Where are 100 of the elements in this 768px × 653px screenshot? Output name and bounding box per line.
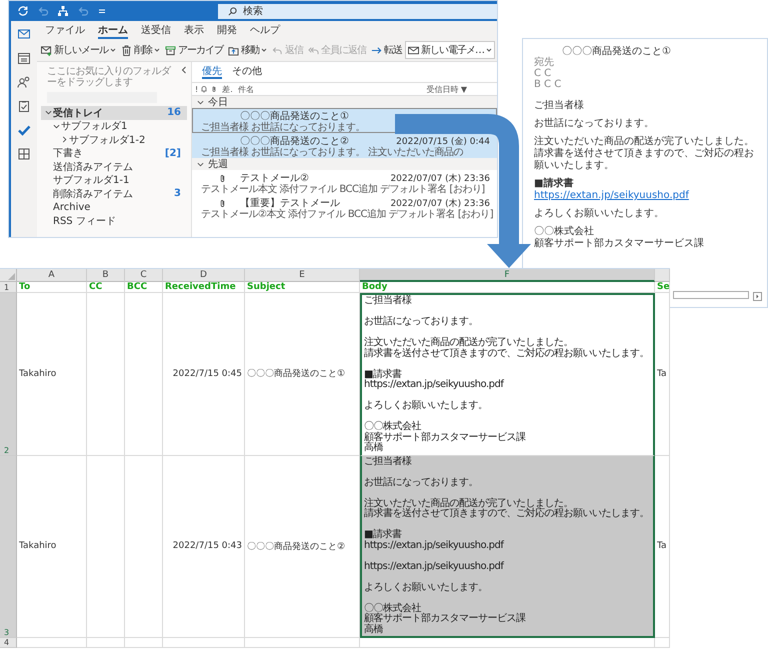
quick-steps-dropdown[interactable]: 新しい電子メ… <box>405 41 495 59</box>
header-cell: BCC <box>125 282 163 293</box>
item-count: 16 <box>167 107 181 118</box>
toolbar-button[interactable]: 新しいメール <box>39 41 118 59</box>
folder-item[interactable]: サブフォルダ1-2 <box>41 133 187 146</box>
ribbon-tab[interactable]: ヘルプ <box>250 24 280 39</box>
reply-all-icon <box>308 44 319 56</box>
folder-item[interactable]: 送信済みアイテム <box>41 160 187 174</box>
message-subject: テストメール② <box>240 172 309 184</box>
bcc-label: B C C <box>534 79 562 90</box>
from-column-header[interactable]: 差. <box>222 84 233 94</box>
message-item[interactable]: テストメール② 2022/07/07 (木) 23:36 テストメール本文 添付ファイル BCC追加 デフォルト署名 [おわり] <box>192 170 497 195</box>
subject-column-header[interactable]: 件名 <box>238 84 254 94</box>
table-cell: Takahiro <box>17 293 87 456</box>
favorites-hint: ここにお気に入りのフォルダーをドラッグします <box>47 66 172 88</box>
calendar-icon[interactable] <box>17 51 31 65</box>
column-header[interactable]: F <box>360 269 655 282</box>
chevron-right-icon[interactable] <box>61 136 68 144</box>
chevron-down-icon[interactable] <box>197 160 204 168</box>
folder-item[interactable]: 下書き [2] <box>41 146 187 160</box>
cell-text: 請求書を送付させて頂きますので、ご対応の程お願いいたします。 <box>364 348 650 359</box>
invoice-link[interactable]: https://extan.jp/seikyuusho.pdf <box>534 190 689 201</box>
message-preview: ご担当者様 お世話になっております。 <box>201 122 366 133</box>
folder-item[interactable]: サブフォルダ1 <box>41 120 187 133</box>
reply-icon <box>272 44 283 56</box>
received-column-header[interactable]: 受信日時 ▼ <box>426 84 467 94</box>
mail-icon[interactable] <box>17 27 31 41</box>
column-header[interactable]: E <box>245 269 360 282</box>
message-item[interactable]: 【重要】テストメール 2022/07/07 (木) 23:36 テストメール②本文 添付ファイル BCC追加 デフォルト署名 [おわり] <box>192 195 497 220</box>
inbox-tab[interactable]: その他 <box>232 66 262 79</box>
column-header[interactable]: D <box>163 269 245 282</box>
folder-item[interactable]: Archive <box>41 200 187 214</box>
cell-text: ご担当者様 <box>364 456 412 467</box>
header-cell: Subject <box>245 282 360 293</box>
row-number[interactable]: 4 <box>0 638 17 648</box>
cell-text: 高橋 <box>364 443 384 454</box>
row-number[interactable]: 1 <box>0 282 17 293</box>
body-text: ご担当者様 <box>534 100 585 112</box>
body-text: お世話になっております。 <box>534 118 655 130</box>
header-cell: ReceivedTime <box>163 282 245 293</box>
toolbar-button[interactable]: 転送 <box>369 41 404 59</box>
cell-text: ご担当者様 <box>364 296 412 306</box>
toolbar-button[interactable]: 削除 <box>119 41 162 59</box>
ribbon-tab[interactable]: 表示 <box>184 24 204 39</box>
search-icon <box>228 6 237 16</box>
ribbon-tab[interactable]: 開発 <box>217 24 237 39</box>
org-chart-icon[interactable] <box>57 5 69 17</box>
message-item[interactable]: 〇〇〇商品発送のこと② 2022/07/15 (金) 0:44 ご担当者様 お世話になっております。 注文いただいた商品の <box>192 133 497 158</box>
header-cell: CC <box>87 282 125 293</box>
collapse-icon[interactable] <box>181 66 187 74</box>
toolbar-button[interactable]: アーカイブ <box>163 41 225 59</box>
row-number[interactable]: 2 <box>0 293 17 456</box>
people-icon[interactable] <box>17 75 31 89</box>
chevron-down-icon[interactable] <box>53 122 60 130</box>
table-cell: Ta <box>655 456 670 638</box>
cell-text: 注文いただいた商品の配送が完了いたしました。 <box>364 338 574 348</box>
bell-icon[interactable] <box>200 85 208 93</box>
cell-text: 〇〇株式会社 <box>364 422 422 432</box>
column-header[interactable]: B <box>87 269 125 282</box>
body-text: よろしくお願いいたします。 <box>534 208 665 220</box>
importance-column-header[interactable]: ! <box>195 84 198 94</box>
cell-text: 注文いただいた商品の配送が完了いたしました。 <box>364 498 573 508</box>
folder-item[interactable]: 受信トレイ 16 <box>41 106 187 120</box>
row-number[interactable]: 3 <box>0 456 17 638</box>
header-cell: Se <box>655 282 670 293</box>
message-date: 2022/07/07 (木) 23:36 <box>390 198 490 208</box>
cell-text: ■請求書 <box>364 530 402 540</box>
table-cell: 〇〇〇商品発送のこと① <box>245 293 360 456</box>
ribbon-tab[interactable]: ファイル <box>45 24 85 39</box>
paperclip-icon[interactable] <box>210 85 218 93</box>
table-cell: 2022/7/15 0:43 <box>163 456 245 638</box>
message-date: 2022/07/15 (金) 0:44 <box>396 136 490 146</box>
toolbar-button[interactable]: 移動 <box>226 41 269 59</box>
apps-icon[interactable] <box>17 147 31 161</box>
inbox-tab[interactable]: 優先 <box>202 66 222 79</box>
cell-text: よろしくお願いいたします。 <box>364 401 488 412</box>
table-cell: 2022/7/15 0:45 <box>163 293 245 456</box>
trash-icon <box>121 44 132 56</box>
column-header[interactable]: A <box>17 269 87 282</box>
group-header[interactable]: 今日 <box>192 96 497 108</box>
horizontal-scrollbar[interactable] <box>673 291 749 299</box>
cell-text: よろしくお願いいたします。 <box>364 582 488 593</box>
chevron-down-icon[interactable] <box>45 109 52 116</box>
search-field[interactable]: 検索 <box>218 4 497 18</box>
task-icon[interactable] <box>17 99 31 113</box>
folder-move-icon <box>228 44 239 56</box>
scroll-right-button[interactable] <box>753 292 762 301</box>
checkmark-icon[interactable] <box>17 123 31 137</box>
column-header[interactable]: C <box>125 269 163 282</box>
cell-text: https://extan.jp/seikyuusho.pdf <box>364 562 506 572</box>
chevron-down-icon[interactable] <box>197 98 204 106</box>
folder-item[interactable]: RSS フィード <box>41 214 187 228</box>
body-text: 〇〇株式会社 <box>534 226 595 238</box>
group-header[interactable]: 先週 <box>192 158 497 170</box>
table-cell <box>17 638 87 648</box>
sync-icon[interactable] <box>17 5 29 17</box>
cell-text: https://extan.jp/seikyuusho.pdf <box>364 380 506 390</box>
ribbon-tab[interactable]: 送受信 <box>141 24 171 39</box>
folder-item[interactable]: 削除済みアイテム 3 <box>41 187 187 200</box>
folder-item[interactable]: サブフォルダ1-1 <box>41 174 187 187</box>
